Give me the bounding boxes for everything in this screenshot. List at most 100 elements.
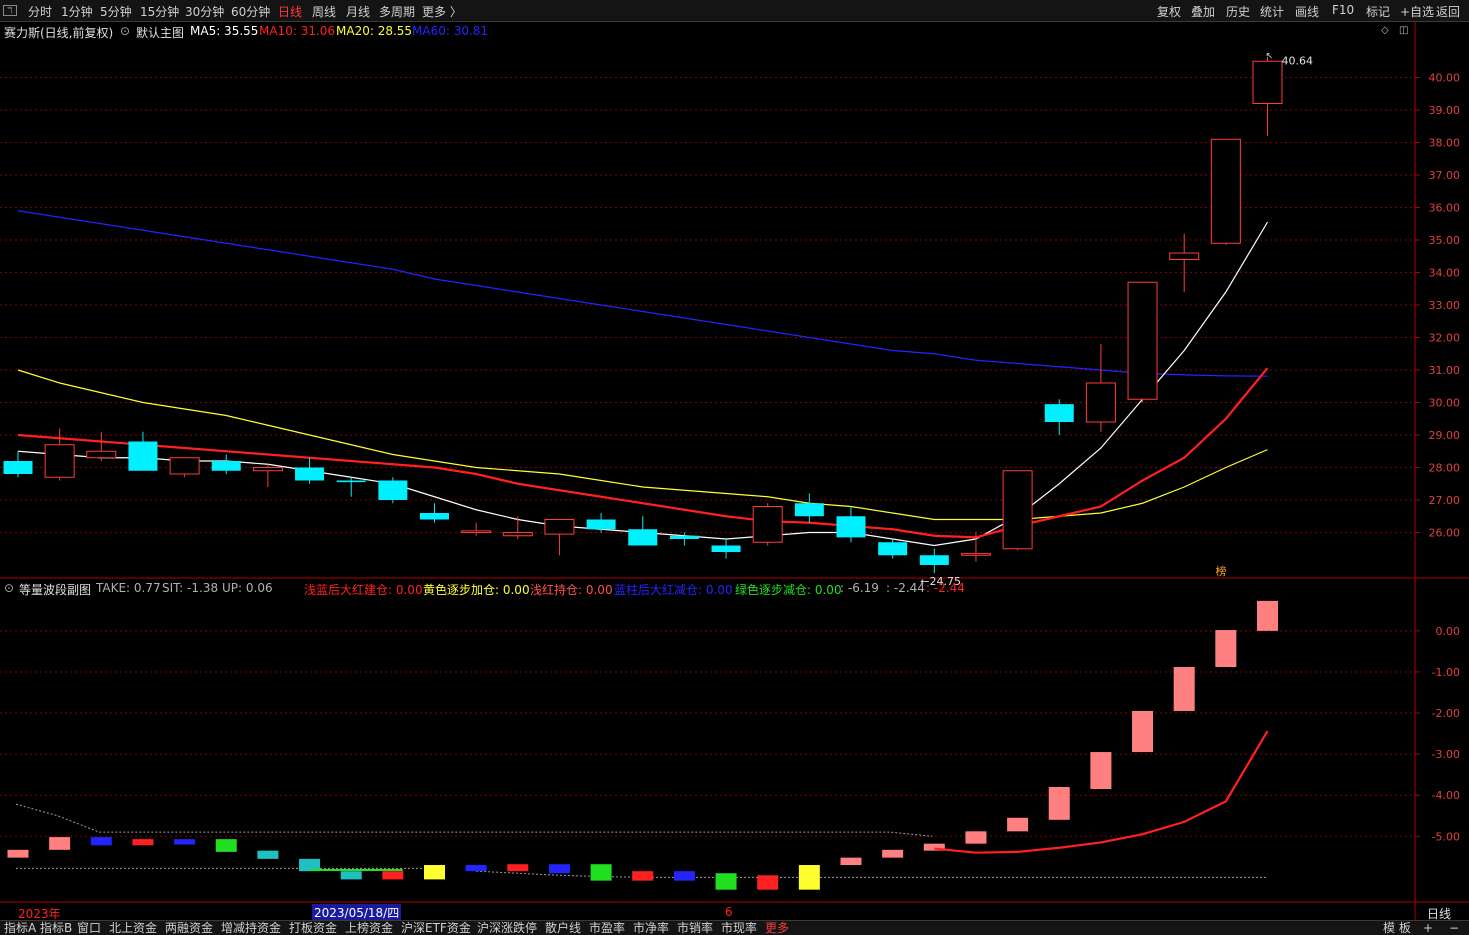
signal-bar — [1132, 710, 1154, 753]
window-icon[interactable]: ◫ — [1399, 25, 1408, 36]
zoom-out-button[interactable]: − — [1449, 921, 1459, 935]
signal-bar — [798, 865, 820, 890]
tab-pb[interactable]: 市净率 — [633, 921, 669, 935]
sub-tick-label: -1.00 — [1432, 666, 1460, 679]
sub-indicator-name[interactable]: 等量波段副图 — [19, 581, 91, 598]
tab-limit-stats[interactable]: 沪深涨跌停 — [477, 921, 537, 935]
up-label: UP: 0.06 — [222, 581, 273, 595]
tab-60min[interactable]: 60分钟 — [231, 3, 270, 20]
ma10-line — [17, 367, 1269, 539]
candle-down — [586, 519, 616, 530]
price-tick-label: 40.00 — [1429, 72, 1461, 85]
tab-5min[interactable]: 5分钟 — [100, 3, 132, 20]
signal-bar — [548, 864, 570, 874]
template-button[interactable]: 模 板 — [1383, 921, 1411, 935]
add-watchlist-button[interactable]: +自选 — [1400, 3, 1434, 20]
tab-etf-funds[interactable]: 沪深ETF资金 — [401, 921, 471, 935]
tab-more-indicators[interactable]: 更多 — [765, 921, 789, 935]
price-tick-label: 36.00 — [1429, 202, 1461, 215]
draw-line-button[interactable]: 画线 — [1295, 3, 1319, 20]
candle-up — [86, 450, 117, 459]
high-price-label: 40.64 — [1282, 55, 1314, 68]
candle-down — [336, 480, 366, 483]
candle-down — [919, 555, 949, 565]
kline-chart[interactable]: 26.00 27.00 28.00 29.00 30.00 31.00 32.00 33.00… — [0, 22, 1469, 920]
ma10-label: MA10: 31.06 — [259, 24, 336, 38]
signal-bar — [1257, 600, 1278, 631]
history-button[interactable]: 历史 — [1226, 3, 1250, 20]
back-button[interactable]: 返回 — [1436, 3, 1460, 20]
ma20-line — [17, 369, 1268, 521]
tab-daily[interactable]: 日线 — [278, 3, 302, 20]
signal-bar — [757, 875, 779, 890]
sit-label: SIT: -1.38 — [162, 581, 219, 595]
main-indicator-name[interactable]: 默认主图 — [136, 24, 184, 41]
ma5-label: MA5: 35.55 — [190, 24, 259, 38]
tab-multi-period[interactable]: 多周期 — [379, 3, 415, 20]
tab-holding-change[interactable]: 增减持资金 — [221, 921, 281, 935]
upper-band-line — [15, 803, 933, 837]
tab-indicator-a[interactable]: 指标A — [4, 921, 36, 935]
candle-down — [669, 535, 699, 539]
signal-bar — [382, 871, 404, 880]
price-tick-label: 39.00 — [1429, 104, 1461, 117]
signal-bar — [7, 849, 29, 858]
month-mark: 6 — [725, 905, 733, 919]
collapse-icon[interactable]: ⊙ — [120, 24, 130, 38]
candle-up — [1127, 281, 1158, 400]
tab-retail-line[interactable]: 散户线 — [545, 921, 581, 935]
candle-up — [960, 553, 991, 556]
tab-more[interactable]: 更多 〉 — [422, 3, 462, 20]
price-tick-label: 32.00 — [1429, 332, 1461, 345]
zoom-in-button[interactable]: + — [1423, 921, 1433, 935]
tab-monthly[interactable]: 月线 — [346, 3, 370, 20]
ma60-label: MA60: 30.81 — [412, 24, 489, 38]
f10-button[interactable]: F10 — [1332, 3, 1354, 17]
diamond-icon[interactable]: ◇ — [1381, 25, 1389, 36]
candle-up — [544, 519, 575, 535]
mark-button[interactable]: 标记 — [1366, 3, 1390, 20]
tab-pe[interactable]: 市盈率 — [589, 921, 625, 935]
candle-up — [461, 530, 492, 533]
tab-margin[interactable]: 两融资金 — [165, 921, 213, 935]
sub-collapse-icon[interactable]: ⊙ — [4, 581, 14, 595]
restore-rights-button[interactable]: 复权 — [1157, 3, 1181, 20]
candle-up — [1002, 470, 1033, 550]
layout-icon[interactable]: ℸ — [3, 5, 17, 16]
price-tick-label: 26.00 — [1429, 527, 1461, 540]
candle-up — [502, 532, 533, 537]
price-tick-label: 38.00 — [1429, 137, 1461, 150]
price-tick-label: 30.00 — [1429, 397, 1461, 410]
overlay-button[interactable]: 叠加 — [1191, 3, 1215, 20]
candle-up — [169, 457, 200, 475]
build-position-label: 浅蓝后大红建仓: 0.00 — [304, 583, 423, 597]
candle-down — [878, 542, 908, 556]
tab-northbound[interactable]: 北上资金 — [109, 921, 157, 935]
price-tick-label: 28.00 — [1429, 462, 1461, 475]
signal-bar — [840, 857, 862, 866]
signal-bar — [1090, 752, 1112, 790]
tab-list-funds[interactable]: 上榜资金 — [345, 921, 393, 935]
value-c-label: : -2.44 — [926, 581, 965, 595]
tab-weekly[interactable]: 周线 — [312, 3, 336, 20]
signal-bar — [465, 865, 487, 872]
signal-bar — [215, 839, 237, 852]
tab-pcf[interactable]: 市现率 — [721, 921, 757, 935]
tab-timeshare[interactable]: 分时 — [28, 3, 52, 20]
tab-indicator-b[interactable]: 指标B — [40, 921, 72, 935]
signal-bar — [1215, 630, 1237, 668]
value-a-label: : -6.19 — [840, 581, 879, 595]
signal-bar — [965, 831, 987, 844]
statistics-button[interactable]: 统计 — [1260, 3, 1284, 20]
tab-ps[interactable]: 市销率 — [677, 921, 713, 935]
gradual-reduce-label: 绿色逐步减仓: 0.00 — [735, 583, 842, 597]
tab-window[interactable]: 窗口 — [77, 921, 101, 935]
cursor-date-label: 2023/05/18/四 — [312, 904, 402, 921]
tab-1min[interactable]: 1分钟 — [61, 3, 93, 20]
sub-tick-label: -2.00 — [1432, 707, 1460, 720]
tab-limit-up-funds[interactable]: 打板资金 — [289, 921, 337, 935]
price-tick-label: 31.00 — [1429, 364, 1461, 377]
tab-30min[interactable]: 30分钟 — [185, 3, 224, 20]
candle-down — [211, 461, 241, 471]
tab-15min[interactable]: 15分钟 — [140, 3, 179, 20]
